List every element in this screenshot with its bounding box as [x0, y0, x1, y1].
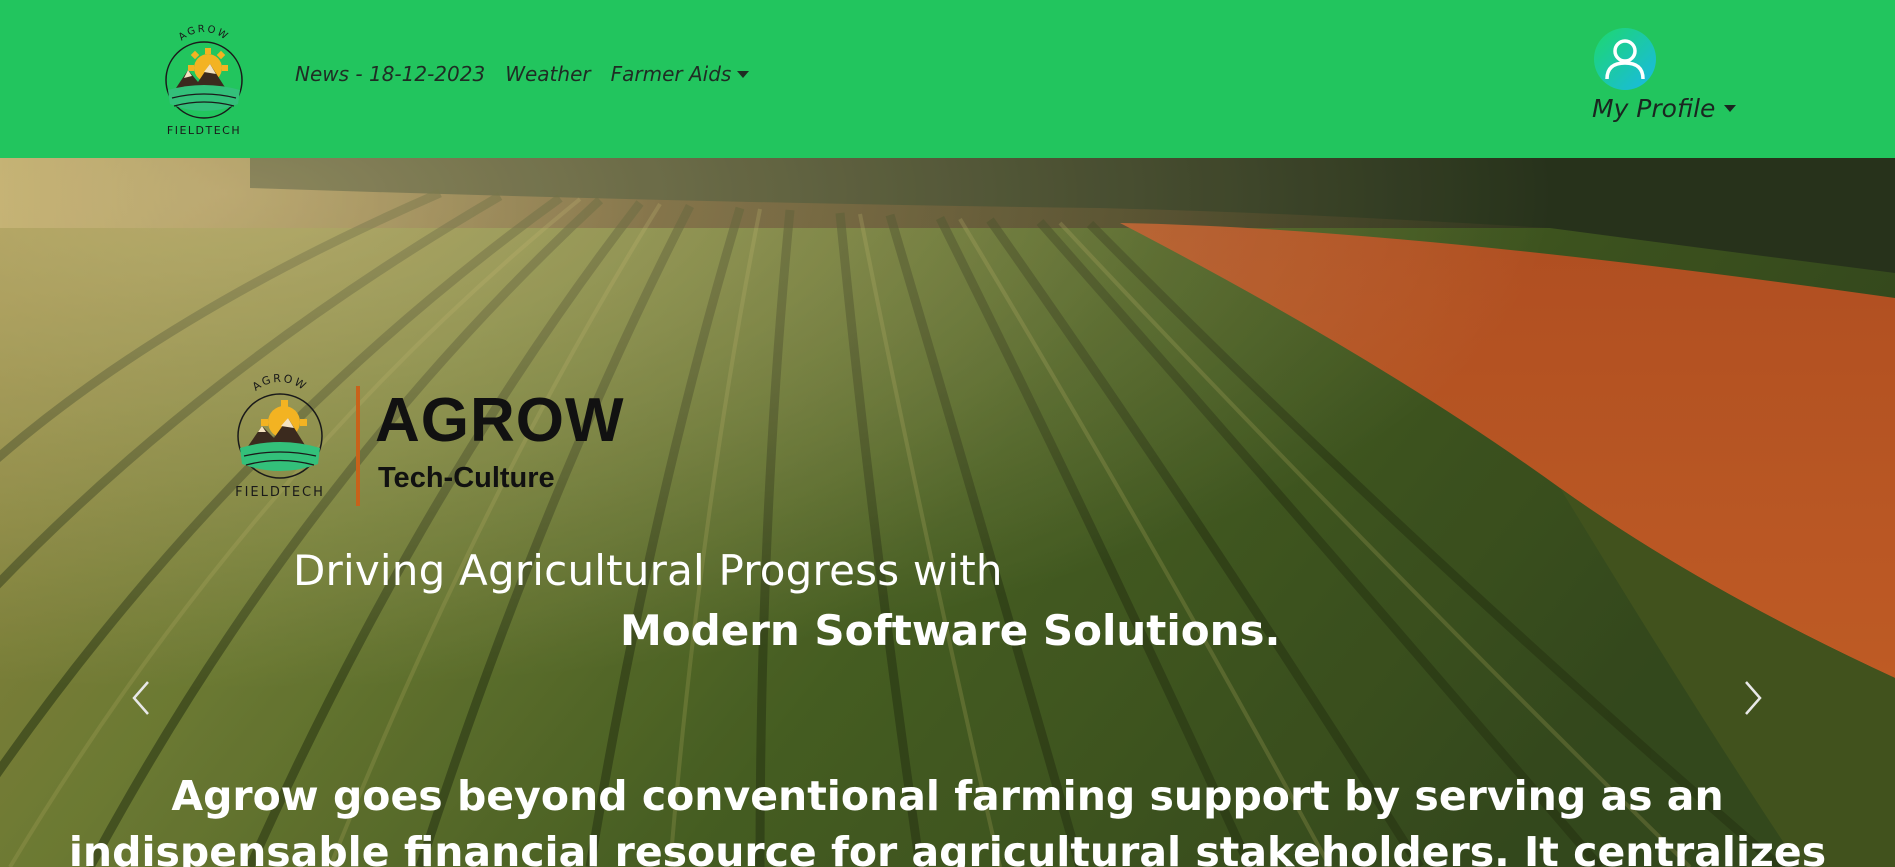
agrow-logo-icon: AGROW FIELDTECH [235, 372, 325, 500]
carousel-next-button[interactable] [1738, 668, 1768, 728]
hero-description: Agrow goes beyond conventional farming s… [0, 768, 1895, 867]
agrow-logo-icon: AGROW FIELDTECH [165, 24, 243, 137]
profile-dropdown[interactable]: My Profile [1592, 28, 1737, 123]
avatar[interactable] [1594, 28, 1656, 90]
svg-text:FIELDTECH: FIELDTECH [235, 485, 325, 500]
caret-down-icon [737, 70, 750, 78]
nav-item-label: News - 18-12-2023 [295, 62, 486, 86]
nav-item-label: Farmer Aids [610, 62, 732, 86]
nav-links: News - 18-12-2023 Weather Farmer Aids [295, 62, 750, 86]
hero-brand-tagline: Tech-Culture [378, 462, 555, 494]
hero-logo: AGROW FIELDTECH [230, 370, 330, 502]
svg-text:AGROW: AGROW [177, 24, 231, 43]
nav-item-label: Weather [505, 62, 591, 86]
nav-item-weather[interactable]: Weather [505, 62, 590, 86]
user-icon [1605, 39, 1645, 80]
caret-down-icon [1724, 105, 1737, 112]
navbar: AGROW FIELDTECH News - 18-12-2023 Weathe… [0, 0, 1895, 158]
hero-description-line: Agrow goes beyond conventional farming s… [171, 772, 1724, 820]
hero-carousel: AGROW FIELDTECH AGROW Tech-Culture Drivi… [0, 158, 1895, 867]
nav-item-farmer-aids[interactable]: Farmer Aids [611, 62, 750, 86]
hero-description-line: indispensable financial resource for agr… [68, 828, 1827, 867]
hero-tagline-line2: Modern Software Solutions. [620, 606, 1281, 655]
chevron-right-icon [1745, 681, 1762, 715]
carousel-prev-button[interactable] [126, 668, 156, 728]
profile-label[interactable]: My Profile [1592, 94, 1737, 123]
hero-tagline-line1: Driving Agricultural Progress with [293, 546, 1003, 595]
hero-brand-name: AGROW [375, 386, 625, 455]
chevron-left-icon [132, 681, 149, 715]
hero-overlay [0, 158, 1895, 867]
nav-item-news[interactable]: News - 18-12-2023 [295, 62, 485, 86]
profile-label-text: My Profile [1592, 94, 1716, 123]
svg-text:AGROW: AGROW [250, 372, 310, 394]
hero-logo-divider [356, 386, 360, 506]
svg-text:FIELDTECH: FIELDTECH [167, 124, 241, 137]
brand-logo[interactable]: AGROW FIELDTECH [158, 20, 250, 138]
